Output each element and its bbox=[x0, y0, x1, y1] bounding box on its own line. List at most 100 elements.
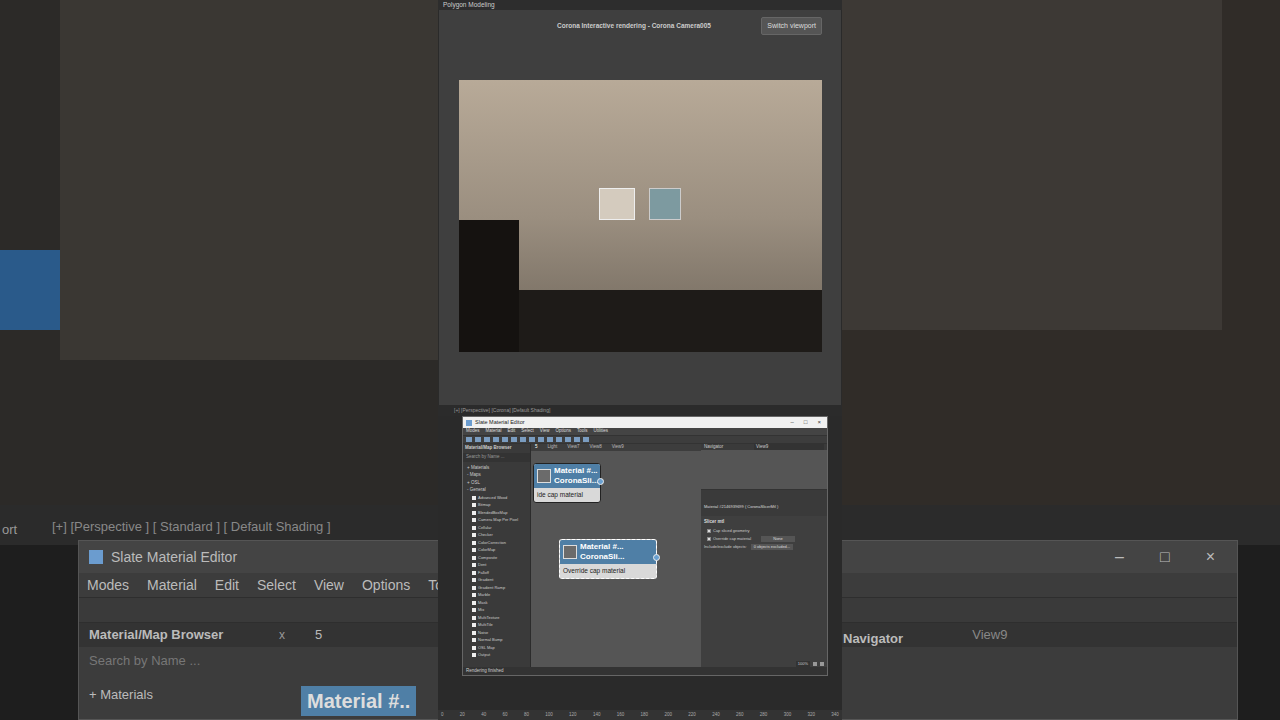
tool-icon[interactable] bbox=[556, 437, 562, 442]
node-slot[interactable]: ide cap material bbox=[534, 488, 600, 502]
tool-icon[interactable] bbox=[493, 437, 499, 442]
tool-icon[interactable] bbox=[466, 437, 472, 442]
bg-tab-num: 5 bbox=[315, 625, 322, 645]
checkbox-icon[interactable] bbox=[707, 529, 711, 533]
nav-icon[interactable] bbox=[813, 662, 817, 666]
output-socket-icon[interactable] bbox=[597, 478, 604, 485]
tool-icon[interactable] bbox=[484, 437, 490, 442]
view-tab[interactable]: View7 bbox=[567, 444, 579, 451]
menu-item[interactable]: Select bbox=[521, 428, 534, 435]
tool-icon[interactable] bbox=[583, 437, 589, 442]
map-item[interactable]: BlendedBoxMap bbox=[466, 510, 527, 516]
menu-item[interactable]: Options bbox=[556, 428, 572, 435]
bg-menu-item: Edit bbox=[215, 575, 239, 596]
tool-icon[interactable] bbox=[520, 437, 526, 442]
timeline-tick: 0 bbox=[441, 712, 444, 719]
map-icon bbox=[472, 601, 476, 605]
include-button[interactable]: 0 objects excluded... bbox=[751, 544, 793, 550]
swatch-icon bbox=[563, 545, 577, 559]
app-icon bbox=[89, 550, 103, 564]
view-tab[interactable]: 5 bbox=[535, 444, 538, 451]
map-icon bbox=[472, 518, 476, 522]
app-title: Polygon Modeling bbox=[443, 0, 495, 10]
map-item[interactable]: Normal Bump bbox=[466, 637, 527, 643]
menu-item[interactable]: Modes bbox=[466, 428, 480, 435]
view-tabs: 5 Light View7 View8 View9 bbox=[531, 444, 701, 451]
map-item[interactable]: Output bbox=[466, 652, 527, 658]
tool-icon[interactable] bbox=[502, 437, 508, 442]
map-item[interactable]: ColorCorrection bbox=[466, 540, 527, 546]
menu-item[interactable]: Edit bbox=[508, 428, 516, 435]
navigator-view[interactable] bbox=[701, 450, 827, 490]
map-item[interactable]: Gradient Ramp bbox=[466, 585, 527, 591]
output-socket-icon[interactable] bbox=[653, 554, 660, 561]
menu-item[interactable]: Utilities bbox=[594, 428, 609, 435]
browser-search[interactable]: Search by Name ... bbox=[463, 453, 530, 462]
window-button[interactable]: × bbox=[817, 418, 821, 427]
cap-material-button[interactable]: None bbox=[761, 536, 795, 542]
tree-item[interactable]: + OSL bbox=[466, 480, 527, 486]
map-item[interactable]: Marble bbox=[466, 592, 527, 598]
window-button[interactable]: □ bbox=[804, 418, 808, 427]
tool-icon[interactable] bbox=[529, 437, 535, 442]
view-tab[interactable]: View9 bbox=[612, 444, 624, 451]
map-item[interactable]: MultiTile bbox=[466, 622, 527, 628]
map-item[interactable]: Mix bbox=[466, 607, 527, 613]
rollout-title[interactable]: Slicer mtl bbox=[704, 519, 824, 526]
map-item[interactable]: Checker bbox=[466, 532, 527, 538]
bg-browser-close: x bbox=[279, 626, 303, 644]
timeline-tick: 40 bbox=[481, 712, 486, 719]
nav-icon[interactable] bbox=[820, 662, 824, 666]
map-item[interactable]: Cellular bbox=[466, 525, 527, 531]
tool-icon[interactable] bbox=[565, 437, 571, 442]
map-item[interactable]: OSL Map bbox=[466, 645, 527, 651]
menu-item[interactable]: Material bbox=[486, 428, 502, 435]
timeline-tick: 240 bbox=[712, 712, 720, 719]
node-canvas[interactable]: 5 Light View7 View8 View9 Material #...Corona… bbox=[531, 444, 701, 667]
menu-item[interactable]: View bbox=[540, 428, 550, 435]
material-node[interactable]: Material #...CoronaSli...Override cap ma… bbox=[559, 539, 657, 579]
window-button[interactable]: – bbox=[791, 418, 794, 427]
map-icon bbox=[472, 578, 476, 582]
render-window: Corona Interactive rendering - Corona Ca… bbox=[438, 10, 842, 405]
tool-icon[interactable] bbox=[538, 437, 544, 442]
tool-icon[interactable] bbox=[475, 437, 481, 442]
map-item[interactable]: Composite bbox=[466, 555, 527, 561]
slate-editor-window[interactable]: Slate Material Editor–□×ModesMaterialEdi… bbox=[462, 416, 828, 676]
bg-editor-title: Slate Material Editor bbox=[111, 547, 237, 568]
map-item[interactable]: Advanced Wood bbox=[466, 495, 527, 501]
map-item[interactable]: Bitmap bbox=[466, 502, 527, 508]
check-row[interactable]: Cap sliced geometry bbox=[704, 528, 824, 534]
tool-icon[interactable] bbox=[547, 437, 553, 442]
bg-window-button: □ bbox=[1160, 545, 1170, 569]
view-tab[interactable]: View8 bbox=[589, 444, 601, 451]
node-title: Material #... bbox=[554, 466, 598, 476]
map-item[interactable]: Dent bbox=[466, 562, 527, 568]
menu-item[interactable]: Tools bbox=[577, 428, 588, 435]
map-item[interactable]: Gradient bbox=[466, 577, 527, 583]
map-item[interactable]: Camera Map Per Pixel bbox=[466, 517, 527, 523]
app-icon bbox=[466, 420, 472, 426]
checkbox-icon[interactable] bbox=[707, 537, 711, 541]
material-node[interactable]: Material #...CoronaSli...ide cap materia… bbox=[533, 463, 601, 503]
tool-icon[interactable] bbox=[574, 437, 580, 442]
tree-item[interactable]: + Materials bbox=[466, 465, 527, 471]
tree-item[interactable]: - General bbox=[466, 487, 527, 493]
switch-viewport-button[interactable]: Switch viewport bbox=[761, 17, 822, 36]
map-item[interactable]: Falloff bbox=[466, 570, 527, 576]
timeline-tick: 20 bbox=[460, 712, 465, 719]
tree-item[interactable]: - Maps bbox=[466, 472, 527, 478]
check-row[interactable]: Override cap materialNone bbox=[704, 536, 824, 542]
tool-icon[interactable] bbox=[511, 437, 517, 442]
map-item[interactable]: MultiTexture bbox=[466, 615, 527, 621]
zoom-value[interactable]: 100% bbox=[796, 661, 810, 667]
map-icon bbox=[472, 533, 476, 537]
bg-render-right bbox=[842, 0, 1280, 505]
map-item[interactable]: Noise bbox=[466, 630, 527, 636]
timeline-tick: 140 bbox=[593, 712, 601, 719]
view-tab[interactable]: Light bbox=[548, 444, 558, 451]
map-item[interactable]: ColorMap bbox=[466, 547, 527, 553]
map-item[interactable]: Mask bbox=[466, 600, 527, 606]
right-panel: NavigatorView9Material #2146939699 ( Cor… bbox=[701, 444, 827, 667]
node-slot[interactable]: Override cap material bbox=[560, 564, 656, 578]
